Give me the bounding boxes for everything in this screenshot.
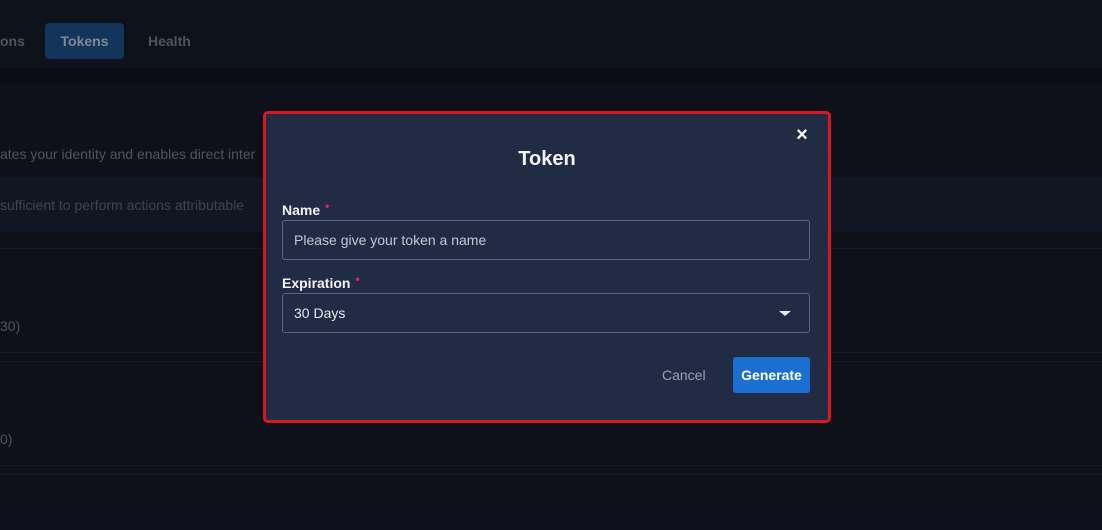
required-indicator: • [355,272,360,286]
expiration-label: Expiration • [282,272,360,291]
cancel-button[interactable]: Cancel [650,357,718,393]
name-label: Name • [282,199,330,218]
required-indicator: • [325,199,330,213]
token-dialog: × Token Name • Expiration • 30 Days Cancel… [263,111,831,423]
chevron-down-icon [779,311,791,316]
generate-button[interactable]: Generate [733,357,810,393]
close-icon[interactable]: × [794,125,810,145]
dialog-title: Token [518,148,576,170]
expiration-label-text: Expiration [282,275,351,291]
expiration-select[interactable]: 30 Days [282,293,810,333]
token-name-input[interactable] [282,220,810,260]
expiration-selected-value: 30 Days [294,305,346,321]
name-label-text: Name [282,202,321,218]
